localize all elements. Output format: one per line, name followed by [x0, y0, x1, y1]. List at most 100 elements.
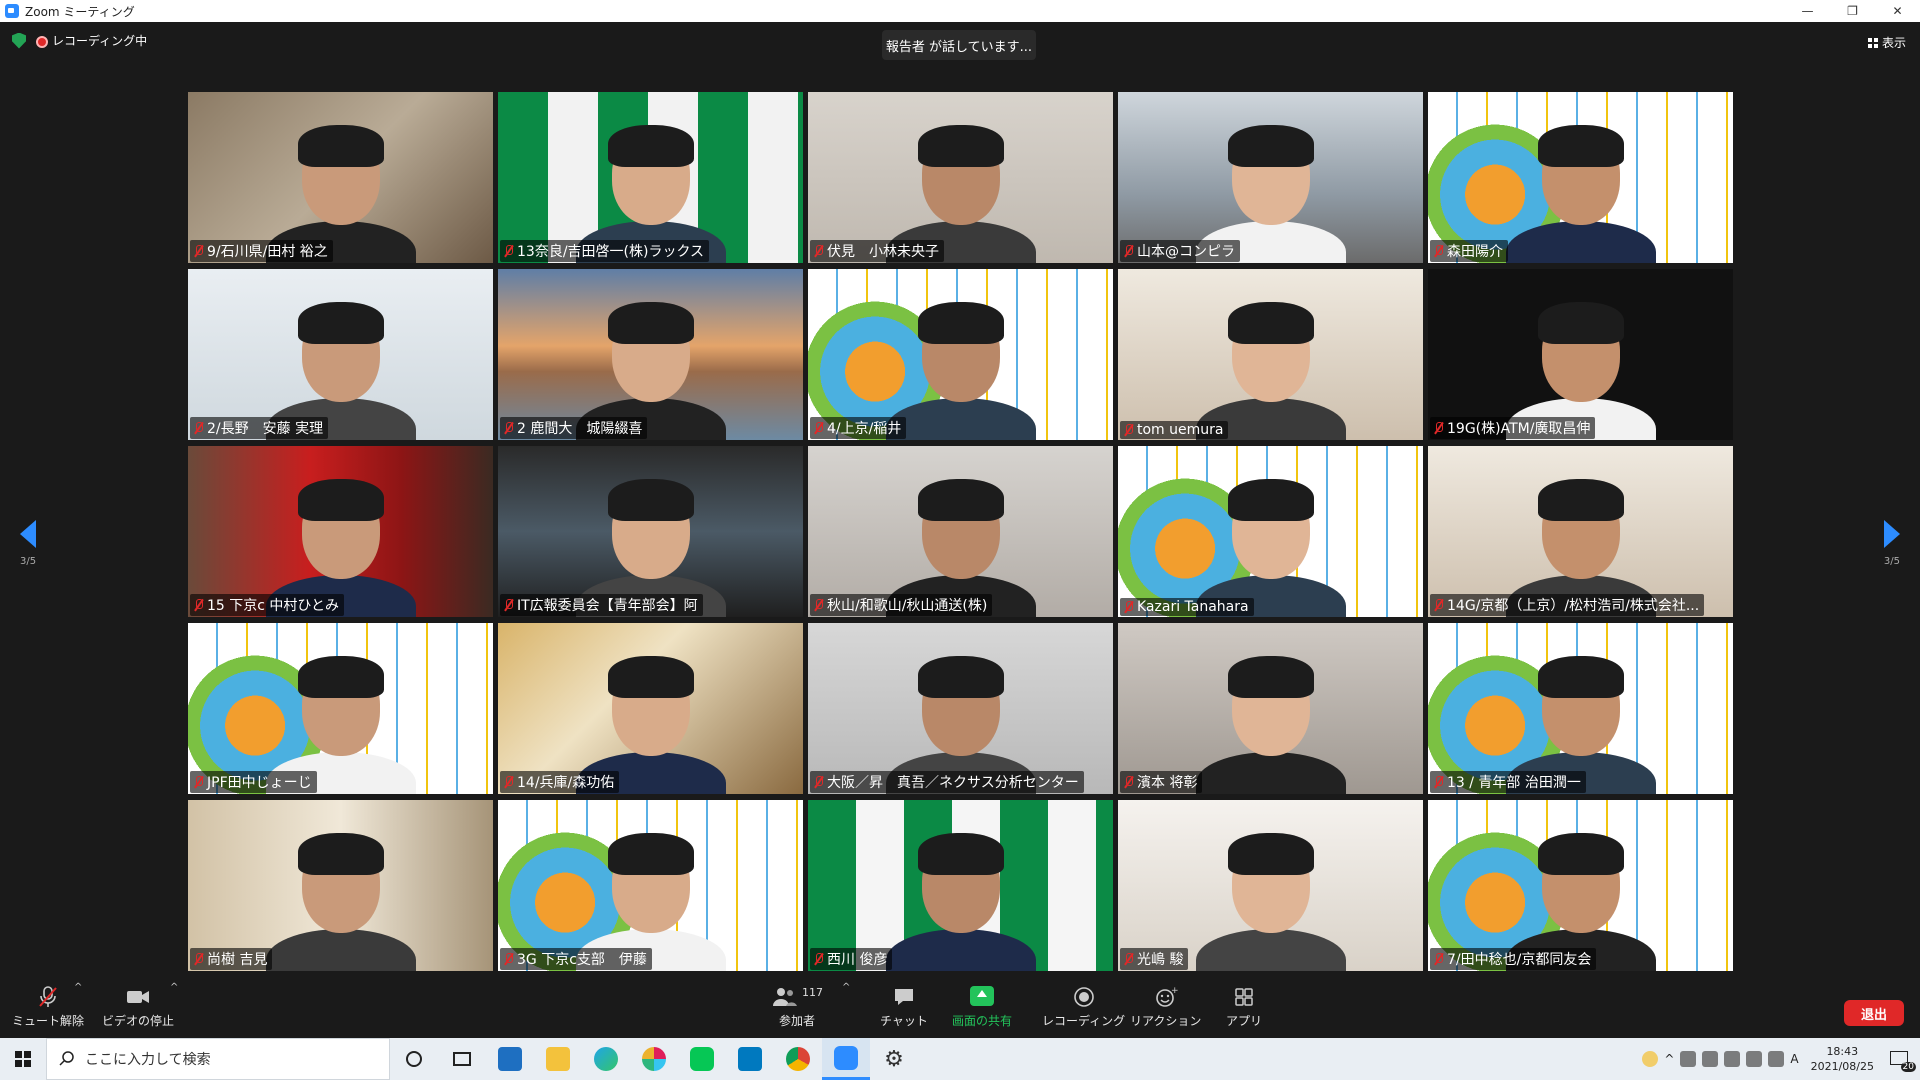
- participant-tile[interactable]: JPF田中じょーじ: [188, 623, 493, 794]
- participant-tile[interactable]: 13 / 青年部 治田潤一: [1428, 623, 1733, 794]
- participant-tile[interactable]: 山本@コンピラ: [1118, 92, 1423, 263]
- participant-name: 13奈良/吉田啓一(株)ラックス: [517, 244, 705, 260]
- participant-tile[interactable]: 19G(株)ATM/廣取昌伸: [1428, 269, 1733, 440]
- next-page-arrow-icon[interactable]: [1884, 520, 1900, 548]
- participant-tile[interactable]: 15 下京c 中村ひとみ: [188, 446, 493, 617]
- participant-name: 13 / 青年部 治田潤一: [1447, 775, 1581, 791]
- settings-icon[interactable]: ⚙: [870, 1038, 918, 1080]
- participant-name: 西川 俊彦: [827, 952, 888, 968]
- tray-app-icon-1[interactable]: [1680, 1051, 1697, 1067]
- chrome-icon[interactable]: [774, 1038, 822, 1080]
- meeting-area: レコーディング中 報告者 が話しています... 表示 3/5 3/5 9/石川県…: [0, 22, 1920, 980]
- record-button[interactable]: レコーディング: [1042, 986, 1125, 1029]
- line-app-icon[interactable]: [678, 1038, 726, 1080]
- participant-name: 2 鹿間大 城陽綴喜: [517, 421, 643, 437]
- minimize-button[interactable]: —: [1785, 0, 1830, 22]
- zoom-taskbar-icon[interactable]: [822, 1038, 870, 1080]
- participant-name-label: 15 下京c 中村ひとみ: [190, 594, 344, 616]
- participant-tile[interactable]: tom uemura: [1118, 269, 1423, 440]
- audio-options-caret-icon[interactable]: ^: [74, 982, 82, 993]
- tray-expand-caret-icon[interactable]: ^: [1664, 1052, 1674, 1066]
- participant-name-label: 3G 下京c支部 伊藤: [500, 948, 652, 970]
- participant-name-label: 7/田中稔也/京都同友会: [1430, 948, 1597, 970]
- start-button[interactable]: [0, 1038, 46, 1080]
- restore-button[interactable]: ❐: [1830, 0, 1875, 22]
- meeting-status: レコーディング中: [12, 32, 147, 49]
- figure-hair: [607, 656, 694, 698]
- cortana-icon[interactable]: [390, 1038, 438, 1080]
- participant-tile[interactable]: 9/石川県/田村 裕之: [188, 92, 493, 263]
- participant-name-label: 13 / 青年部 治田潤一: [1430, 771, 1586, 793]
- participant-tile[interactable]: Kazari Tanahara: [1118, 446, 1423, 617]
- ime-indicator[interactable]: A: [1790, 1052, 1798, 1066]
- close-button[interactable]: ✕: [1875, 0, 1920, 22]
- volume-icon[interactable]: [1768, 1051, 1785, 1067]
- figure-hair: [1537, 656, 1624, 698]
- participant-name: JPF田中じょーじ: [207, 775, 312, 791]
- dropbox-icon[interactable]: [1746, 1051, 1763, 1067]
- participant-name: 大阪／昇 真吾／ネクサス分析センター: [827, 775, 1079, 791]
- search-icon: [59, 1051, 74, 1066]
- mic-muted-icon: [504, 776, 513, 788]
- recording-dot-icon: [36, 35, 48, 48]
- participant-tile[interactable]: 光嶋 駿: [1118, 800, 1423, 971]
- figure-hair: [1537, 302, 1624, 344]
- window-titlebar: Zoom ミーティング — ❐ ✕: [0, 0, 1920, 22]
- recording-indicator[interactable]: レコーディング中: [36, 32, 147, 49]
- mic-muted-icon: [504, 422, 513, 434]
- taskbar-search-box[interactable]: ここに入力して検索: [46, 1038, 390, 1080]
- taskbar-app-bw-icon[interactable]: [486, 1038, 534, 1080]
- figure-hair: [607, 125, 694, 167]
- participant-name: 19G(株)ATM/廣取昌伸: [1447, 421, 1591, 437]
- participant-name: 15 下京c 中村ひとみ: [207, 598, 339, 614]
- participant-tile[interactable]: 14G/京都（上京）/松村浩司/株式会社...: [1428, 446, 1733, 617]
- participant-tile[interactable]: 秋山/和歌山/秋山通送(株): [808, 446, 1113, 617]
- participant-tile[interactable]: 森田陽介: [1428, 92, 1733, 263]
- previous-page-arrow-icon[interactable]: [20, 520, 36, 548]
- leave-meeting-button[interactable]: 退出: [1844, 1000, 1904, 1026]
- participant-tile[interactable]: 伏見 小林未央子: [808, 92, 1113, 263]
- participant-name-label: tom uemura: [1120, 421, 1229, 439]
- taskbar-clock[interactable]: 18:43 2021/08/25: [1811, 1044, 1874, 1074]
- participant-video-figure: [1195, 467, 1346, 617]
- apps-button[interactable]: アプリ: [1226, 986, 1262, 1029]
- stop-video-button[interactable]: ビデオの停止: [102, 986, 174, 1029]
- edge-browser-icon[interactable]: [582, 1038, 630, 1080]
- reactions-button[interactable]: + リアクション: [1130, 986, 1201, 1029]
- mic-muted-icon: [1434, 245, 1443, 257]
- participant-tile[interactable]: 13奈良/吉田啓一(株)ラックス: [498, 92, 803, 263]
- participant-tile[interactable]: 大阪／昇 真吾／ネクサス分析センター: [808, 623, 1113, 794]
- chat-button[interactable]: チャット: [880, 986, 928, 1029]
- slack-icon[interactable]: [630, 1038, 678, 1080]
- participant-tile[interactable]: IT広報委員会【青年部会】阿: [498, 446, 803, 617]
- windows-taskbar: ここに入力して検索 ⚙ ^ A 18:43 2021/08/25 20: [0, 1038, 1920, 1080]
- weather-icon[interactable]: [1642, 1051, 1659, 1067]
- file-explorer-icon[interactable]: [534, 1038, 582, 1080]
- participant-tile[interactable]: 尚樹 吉見: [188, 800, 493, 971]
- participant-tile[interactable]: 4/上京/稲井: [808, 269, 1113, 440]
- participant-tile[interactable]: 西川 俊彦: [808, 800, 1113, 971]
- share-screen-button[interactable]: 画面の共有: [952, 986, 1012, 1029]
- network-icon[interactable]: [1724, 1051, 1741, 1067]
- video-options-caret-icon[interactable]: ^: [170, 982, 178, 993]
- participant-tile[interactable]: 3G 下京c支部 伊藤: [498, 800, 803, 971]
- figure-hair: [1537, 833, 1624, 875]
- participant-tile[interactable]: 濱本 将彰: [1118, 623, 1423, 794]
- participant-tile[interactable]: 2 鹿間大 城陽綴喜: [498, 269, 803, 440]
- task-view-icon[interactable]: [438, 1038, 486, 1080]
- share-screen-icon: [970, 986, 994, 1006]
- participant-tile[interactable]: 2/長野 安藤 実理: [188, 269, 493, 440]
- view-button[interactable]: 表示: [1867, 34, 1906, 51]
- participant-tile[interactable]: 7/田中稔也/京都同友会: [1428, 800, 1733, 971]
- figure-hair: [1227, 479, 1314, 521]
- encryption-shield-icon[interactable]: [12, 32, 26, 49]
- participants-button[interactable]: 117 参加者: [772, 986, 823, 1029]
- bw-app-icon: [498, 1047, 522, 1071]
- participant-tile[interactable]: 14/兵庫/森功佑: [498, 623, 803, 794]
- notification-center-icon[interactable]: 20: [1890, 1050, 1916, 1072]
- tray-app-icon-2[interactable]: [1702, 1051, 1719, 1067]
- trello-icon[interactable]: [726, 1038, 774, 1080]
- line-logo-icon: [690, 1047, 714, 1071]
- mic-muted-icon: [1124, 601, 1133, 613]
- participants-caret-icon[interactable]: ^: [842, 982, 850, 993]
